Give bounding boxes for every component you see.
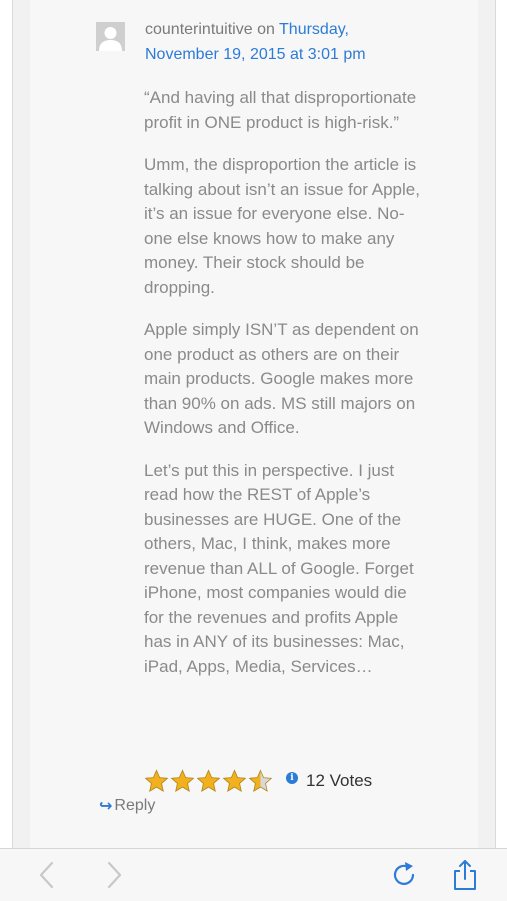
back-button[interactable]	[32, 859, 64, 891]
comment-body: “And having all that disproportionate pr…	[144, 86, 429, 697]
reload-icon	[393, 862, 415, 885]
forward-button[interactable]	[97, 859, 129, 891]
comment-paragraph: “And having all that disproportionate pr…	[144, 88, 417, 132]
comment-paragraph: Let’s put this in perspective. I just re…	[144, 460, 414, 676]
info-icon[interactable]: i	[286, 772, 298, 784]
star-icon[interactable]	[170, 769, 195, 793]
comment-paragraph: Umm, the disproportion the article is ta…	[144, 155, 420, 297]
comment-meta: counterintuitive on Thursday, November 1…	[145, 17, 415, 67]
chevron-left-icon	[39, 861, 54, 889]
votes-count: 12 Votes	[306, 771, 373, 790]
star-icon[interactable]	[222, 769, 247, 793]
comment-paragraph: Apple simply ISN’T as dependent on one p…	[144, 320, 419, 437]
share-icon	[454, 860, 476, 890]
chevron-right-icon	[107, 861, 122, 889]
star-rating: i 12 Votes	[144, 768, 372, 794]
avatar	[96, 22, 125, 51]
browser-toolbar	[0, 848, 507, 901]
star-icon[interactable]	[248, 769, 273, 793]
star-icon[interactable]	[144, 769, 169, 793]
reply-link[interactable]: ↪ Reply	[99, 796, 155, 816]
reply-arrow-icon: ↪	[99, 798, 113, 815]
rating-stars[interactable]	[144, 769, 274, 793]
star-icon[interactable]	[196, 769, 221, 793]
comment-author[interactable]: counterintuitive	[145, 21, 253, 38]
comment-on-text: on	[252, 21, 280, 38]
reply-label: Reply	[114, 797, 156, 814]
reload-button[interactable]	[389, 859, 421, 891]
share-button[interactable]	[449, 859, 481, 891]
